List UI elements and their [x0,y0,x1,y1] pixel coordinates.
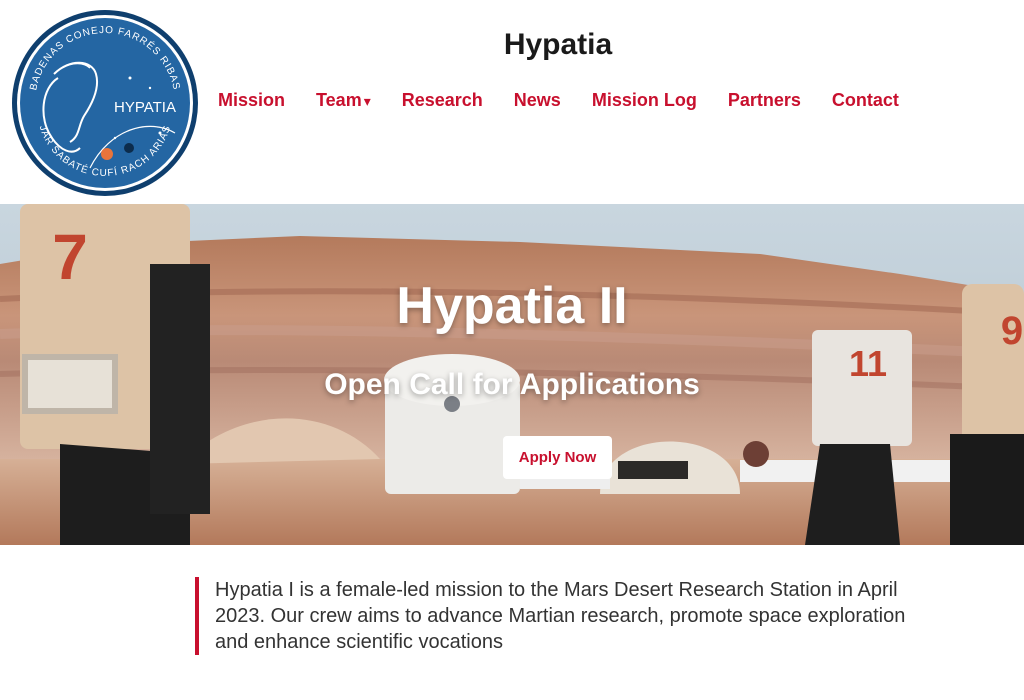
nav-partners[interactable]: Partners [728,90,801,111]
site-header: BADENAS CONEJO FARRÉS RIBAS JAR SABATÉ C… [0,0,1024,204]
main-nav: Mission Team ▾ Research News Mission Log … [218,90,930,111]
hero-subtitle: Open Call for Applications [324,368,700,401]
nav-mission[interactable]: Mission [218,90,285,111]
intro-quote: Hypatia I is a female-led mission to the… [195,577,915,655]
chevron-down-icon: ▾ [363,93,371,109]
nav-mission-log[interactable]: Mission Log [592,90,697,111]
hero-title: Hypatia II [396,277,628,335]
nav-team[interactable]: Team ▾ [316,90,371,111]
mission-patch-logo[interactable]: BADENAS CONEJO FARRÉS RIBAS JAR SABATÉ C… [10,8,200,198]
apply-now-button[interactable]: Apply Now [503,436,612,479]
hero-banner: 7 11 9 Hypatia II Open Call for Applicat… [0,204,1024,545]
nav-research[interactable]: Research [402,90,483,111]
site-title[interactable]: Hypatia [380,28,736,62]
svg-text:HYPATIA: HYPATIA [114,99,176,116]
nav-contact[interactable]: Contact [832,90,899,111]
nav-news[interactable]: News [514,90,561,111]
